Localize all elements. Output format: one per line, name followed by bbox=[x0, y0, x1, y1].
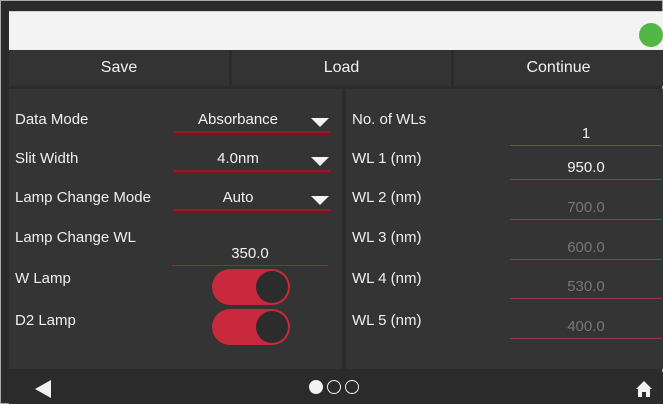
lamp-change-mode-label: Lamp Change Mode bbox=[15, 189, 151, 206]
wl-3-value: 600.0 bbox=[567, 239, 605, 256]
dropdown-underline bbox=[173, 131, 331, 135]
lamp-change-mode-value: Auto bbox=[222, 189, 254, 206]
wl-2-field[interactable]: 700.0 bbox=[510, 189, 662, 220]
lamp-change-wl-value: 350.0 bbox=[231, 245, 269, 262]
wl-1-label: WL 1 (nm) bbox=[352, 150, 422, 167]
wl-4-label: WL 4 (nm) bbox=[352, 270, 422, 287]
wl-4-field[interactable]: 530.0 bbox=[510, 268, 662, 299]
num-wls-value: 1 bbox=[581, 125, 591, 142]
page-dot-3[interactable] bbox=[345, 380, 359, 394]
page-indicator bbox=[309, 380, 359, 394]
data-mode-label: Data Mode bbox=[15, 111, 89, 128]
wl-2-value: 700.0 bbox=[567, 199, 605, 216]
bottom-nav bbox=[9, 372, 663, 404]
dropdown-underline bbox=[173, 209, 331, 213]
status-indicator-icon bbox=[639, 23, 663, 47]
dropdown-underline bbox=[173, 170, 331, 174]
lamp-change-wl-label: Lamp Change WL bbox=[15, 229, 136, 246]
lamp-change-wl-field[interactable]: 350.0 bbox=[172, 235, 328, 266]
wl-2-label: WL 2 (nm) bbox=[352, 189, 422, 206]
wl-4-value: 530.0 bbox=[567, 278, 605, 295]
wl-5-value: 400.0 bbox=[567, 318, 605, 335]
settings-panel: Data Mode Absorbance Slit Width 4.0nm La… bbox=[9, 89, 342, 369]
toolbar: Save Load Continue bbox=[9, 50, 663, 86]
d2-lamp-label: D2 Lamp bbox=[15, 312, 76, 329]
num-wls-label: No. of WLs bbox=[352, 111, 427, 128]
wl-5-label: WL 5 (nm) bbox=[352, 312, 422, 329]
lamp-change-mode-dropdown[interactable]: Auto bbox=[173, 187, 331, 213]
data-mode-value: Absorbance bbox=[197, 111, 279, 128]
w-lamp-label: W Lamp bbox=[15, 270, 71, 287]
d2-lamp-toggle[interactable] bbox=[212, 309, 290, 345]
slit-width-dropdown[interactable]: 4.0nm bbox=[173, 148, 331, 174]
wl-1-value: 950.0 bbox=[567, 159, 605, 176]
page-dot-2[interactable] bbox=[327, 380, 341, 394]
status-bar bbox=[9, 11, 663, 50]
slit-width-label: Slit Width bbox=[15, 150, 79, 167]
wavelength-panel: No. of WLs 1 WL 1 (nm) 950.0 WL 2 (nm) 7… bbox=[346, 89, 663, 369]
toggle-knob bbox=[256, 311, 288, 343]
wl-3-field[interactable]: 600.0 bbox=[510, 229, 662, 260]
save-button[interactable]: Save bbox=[9, 50, 229, 86]
back-arrow-icon[interactable] bbox=[35, 380, 51, 398]
chevron-down-icon bbox=[311, 196, 329, 205]
data-mode-dropdown[interactable]: Absorbance bbox=[173, 109, 331, 135]
page-dot-1[interactable] bbox=[309, 380, 323, 394]
chevron-down-icon bbox=[311, 118, 329, 127]
wl-5-field[interactable]: 400.0 bbox=[510, 308, 662, 339]
wl-3-label: WL 3 (nm) bbox=[352, 229, 422, 246]
load-button[interactable]: Load bbox=[232, 50, 451, 86]
home-icon[interactable] bbox=[635, 380, 653, 398]
toggle-knob bbox=[256, 271, 288, 303]
chevron-down-icon bbox=[311, 157, 329, 166]
continue-button[interactable]: Continue bbox=[454, 50, 663, 86]
wl-1-field[interactable]: 950.0 bbox=[510, 149, 662, 180]
w-lamp-toggle[interactable] bbox=[212, 269, 290, 305]
num-wls-field[interactable]: 1 bbox=[510, 115, 662, 146]
slit-width-value: 4.0nm bbox=[217, 150, 259, 167]
